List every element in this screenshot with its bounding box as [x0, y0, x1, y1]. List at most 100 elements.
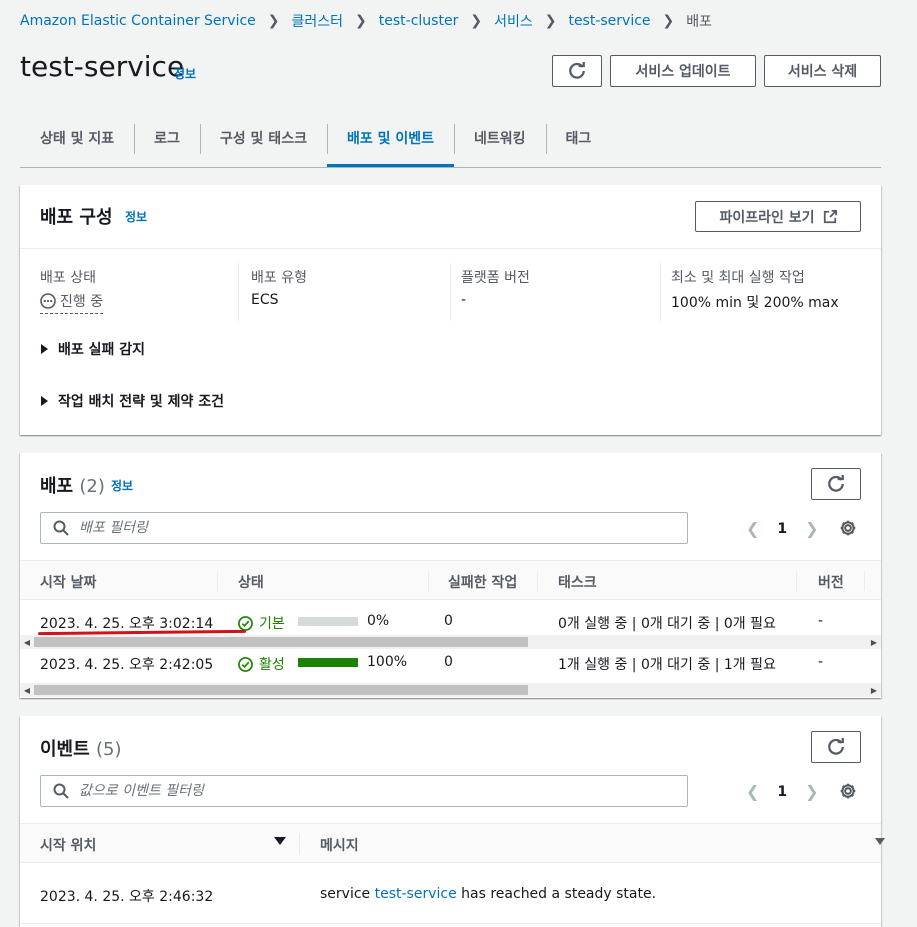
scroll-right-icon[interactable]: ▶ [867, 635, 881, 649]
tab-networking[interactable]: 네트워킹 [453, 118, 546, 158]
page-info-link[interactable]: 정보 [174, 65, 196, 82]
events-refresh-button[interactable] [811, 731, 861, 763]
expander-placement-strategy[interactable]: 작업 배치 전략 및 제약 조건 [41, 391, 224, 411]
tab-config-tasks[interactable]: 구성 및 태스크 [199, 118, 327, 158]
events-panel: 이벤트 (5) ❮ 1 ❯ 시작 위치 메시지 2023. 4. 25. 오후 … [20, 716, 885, 927]
deployment-tasks: 1개 실행 중 | 0개 대기 중 | 1개 필요 [558, 657, 776, 673]
col-version[interactable]: 버전 [818, 572, 844, 592]
status-text: 기본 [259, 616, 285, 632]
events-filter-field[interactable] [79, 783, 687, 799]
refresh-button[interactable] [552, 55, 602, 87]
breadcrumb-test-service[interactable]: test-service [568, 13, 650, 29]
delete-service-button[interactable]: 서비스 삭제 [764, 55, 881, 87]
chevron-left-icon[interactable]: ❮ [746, 782, 759, 801]
breadcrumb-ecs[interactable]: Amazon Elastic Container Service [20, 13, 256, 29]
deployment-start-date: 2023. 4. 25. 오후 2:42:05 [40, 657, 214, 673]
deploy-type-label: 배포 유형 [251, 270, 307, 286]
tab-deployments-events[interactable]: 배포 및 이벤트 [326, 118, 455, 167]
breadcrumb-services[interactable]: 서비스 [494, 11, 533, 31]
horizontal-scrollbar[interactable]: ◀ ▶ [20, 635, 881, 649]
col-start-date[interactable]: 시작 날짜 [40, 572, 96, 592]
column-divider [217, 571, 218, 591]
min-max-tasks-value: 100% min 및 200% max [671, 295, 839, 311]
col-status[interactable]: 상태 [238, 572, 264, 592]
view-pipeline-button[interactable]: 파이프라인 보기 [695, 201, 861, 232]
min-max-tasks-label: 최소 및 최대 실행 작업 [671, 270, 805, 286]
caret-right-icon [41, 344, 48, 354]
sort-icon[interactable] [875, 838, 885, 845]
deployment-progress-label: 100% [367, 654, 408, 670]
settings-icon[interactable] [839, 519, 857, 537]
chevron-right-icon: ❯ [544, 13, 557, 29]
deployments-filter-field[interactable] [79, 520, 687, 536]
scroll-right-icon[interactable]: ▶ [867, 683, 881, 697]
in-progress-icon [40, 293, 56, 309]
col-tasks[interactable]: 태스크 [558, 572, 597, 592]
row-divider [20, 923, 881, 924]
column-divider [299, 834, 300, 854]
col-message[interactable]: 메시지 [320, 835, 359, 855]
view-pipeline-label: 파이프라인 보기 [719, 209, 815, 226]
success-check-icon [238, 615, 253, 631]
scrollbar-thumb[interactable] [34, 637, 528, 647]
caret-right-icon [41, 396, 48, 406]
column-divider [537, 571, 538, 591]
tab-logs[interactable]: 로그 [134, 118, 200, 158]
page-number[interactable]: 1 [777, 784, 787, 800]
scroll-left-icon[interactable]: ◀ [20, 635, 34, 649]
events-count: (5) [95, 739, 122, 760]
deployment-progress-label: 0% [367, 613, 390, 629]
events-pagination: ❮ 1 ❯ [746, 782, 819, 801]
success-check-icon [238, 656, 253, 672]
event-service-link[interactable]: test-service [375, 886, 457, 902]
col-failed-tasks[interactable]: 실패한 작업 [448, 572, 517, 592]
tab-tags[interactable]: 태그 [545, 118, 612, 158]
external-link-icon [823, 209, 837, 223]
update-service-button[interactable]: 서비스 업데이트 [610, 55, 756, 87]
expander-label: 배포 실패 감지 [58, 342, 146, 358]
deploy-status-text: 진행 중 [60, 294, 104, 310]
scroll-left-icon[interactable]: ◀ [20, 683, 34, 697]
deployment-progress-bar [298, 617, 358, 626]
deployment-progress-bar [298, 658, 358, 667]
events-table-header: 시작 위치 메시지 [20, 823, 885, 863]
deployments-panel: 배포 (2) 정보 ❮ 1 ❯ 시작 날짜 상태 실패한 작업 태스크 버전 2… [20, 453, 881, 698]
scrollbar-thumb[interactable] [34, 685, 528, 695]
deployments-pagination: ❮ 1 ❯ [746, 519, 819, 538]
deployment-version: - [818, 654, 824, 670]
chevron-left-icon[interactable]: ❮ [746, 519, 759, 538]
column-divider [238, 263, 239, 321]
deployments-search-input[interactable] [40, 512, 688, 544]
refresh-icon [828, 738, 844, 755]
search-icon [53, 520, 69, 536]
tab-health-metrics[interactable]: 상태 및 지표 [20, 118, 134, 158]
tab-bar: 상태 및 지표 로그 구성 및 태스크 배포 및 이벤트 네트워킹 태그 [20, 118, 881, 168]
breadcrumb-test-cluster[interactable]: test-cluster [379, 13, 459, 29]
deployment-status: 기본 [238, 613, 285, 633]
chevron-right-icon[interactable]: ❯ [805, 782, 818, 801]
deploy-config-info-link[interactable]: 정보 [125, 208, 147, 225]
event-time: 2023. 4. 25. 오후 2:46:32 [40, 889, 214, 905]
deploy-status-value[interactable]: 진행 중 [40, 291, 104, 314]
deployments-refresh-button[interactable] [811, 468, 861, 500]
expander-failure-detection[interactable]: 배포 실패 감지 [41, 339, 145, 359]
column-divider [864, 571, 865, 591]
deployments-table-header: 시작 날짜 상태 실패한 작업 태스크 버전 [20, 560, 881, 600]
events-search-input[interactable] [40, 775, 688, 807]
deployment-status: 활성 [238, 654, 285, 674]
deployment-failed-tasks: 0 [444, 613, 453, 629]
breadcrumb-clusters[interactable]: 클러스터 [292, 11, 344, 31]
expander-label: 작업 배치 전략 및 제약 조건 [58, 394, 225, 410]
settings-icon[interactable] [839, 782, 857, 800]
chevron-right-icon: ❯ [355, 13, 367, 29]
page-number[interactable]: 1 [777, 521, 787, 537]
sort-descending-icon[interactable] [274, 837, 286, 845]
col-start-time[interactable]: 시작 위치 [40, 835, 96, 855]
deployments-info-link[interactable]: 정보 [111, 477, 133, 494]
chevron-right-icon[interactable]: ❯ [805, 519, 818, 538]
chevron-right-icon: ❯ [267, 13, 280, 29]
breadcrumb-current: 배포 [686, 14, 713, 30]
deploy-config-panel: 배포 구성 정보 파이프라인 보기 배포 상태 진행 중 배포 유형 ECS 플… [20, 185, 881, 435]
horizontal-scrollbar[interactable]: ◀ ▶ [20, 683, 881, 697]
refresh-icon [569, 62, 585, 79]
